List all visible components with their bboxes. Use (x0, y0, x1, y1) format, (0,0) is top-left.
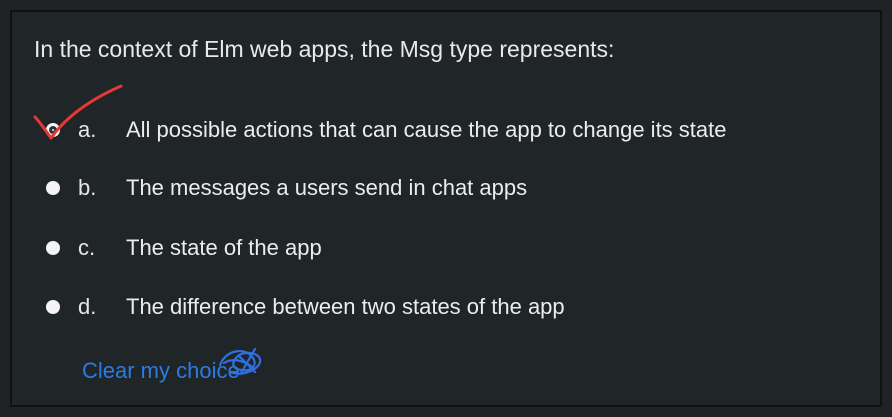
answer-option-b[interactable]: b. The messages a users send in chat app… (46, 172, 527, 204)
option-text: All possible actions that can cause the … (126, 117, 727, 142)
clear-choice-link[interactable]: Clear my choice (82, 358, 240, 384)
radio-button-selected-icon[interactable] (46, 123, 60, 137)
option-letter: d. (78, 294, 97, 319)
option-letter: a. (78, 117, 97, 142)
question-text: In the context of Elm web apps, the Msg … (34, 36, 615, 62)
quiz-question-panel: In the context of Elm web apps, the Msg … (10, 10, 882, 407)
option-text: The messages a users send in chat apps (126, 175, 528, 200)
option-letter: c. (78, 235, 96, 260)
radio-button-icon[interactable] (46, 300, 60, 314)
answer-option-d[interactable]: d. The difference between two states of … (46, 291, 565, 323)
answer-option-c[interactable]: c. The state of the app (46, 232, 322, 264)
answer-option-a[interactable]: a. All possible actions that can cause t… (46, 114, 727, 146)
radio-button-icon[interactable] (46, 241, 60, 255)
option-text: The difference between two states of the… (126, 294, 565, 319)
option-letter: b. (78, 175, 97, 200)
radio-button-icon[interactable] (46, 181, 60, 195)
option-text: The state of the app (126, 235, 322, 260)
